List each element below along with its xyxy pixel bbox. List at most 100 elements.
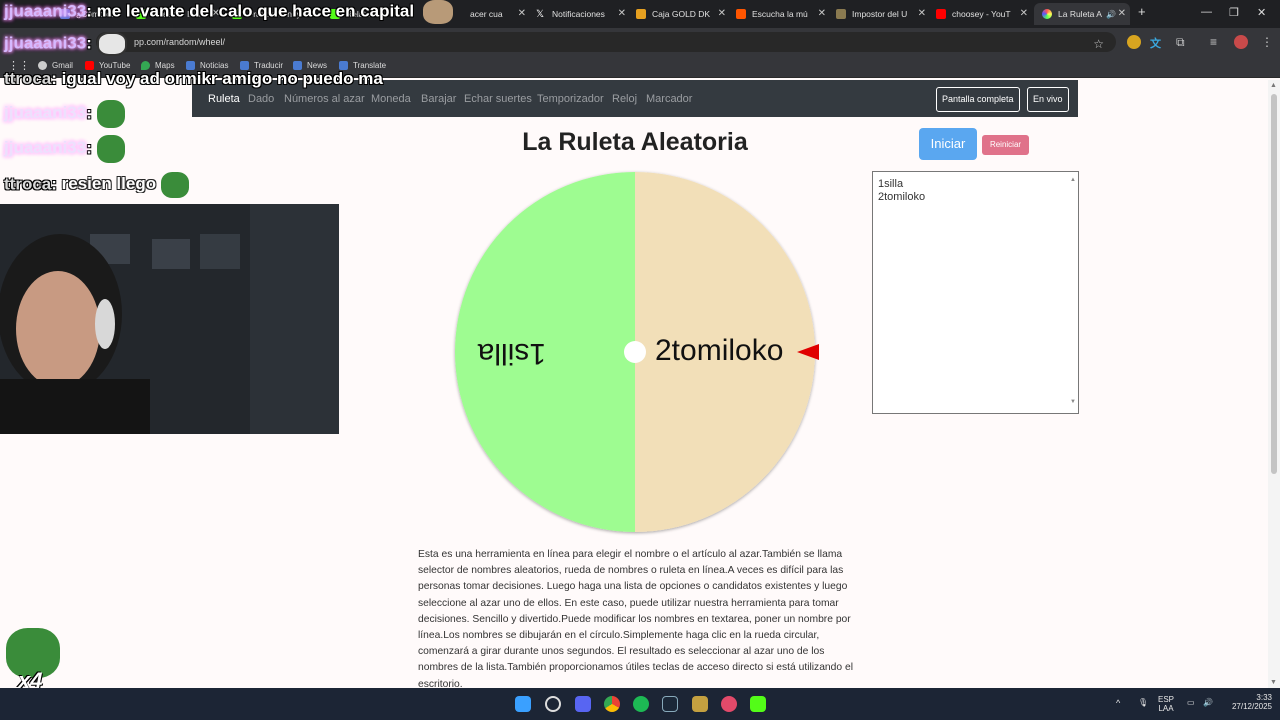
- extensions-puzzle-icon[interactable]: ⧉: [1176, 35, 1190, 49]
- scroll-up-icon[interactable]: ▲: [1270, 82, 1277, 89]
- reading-list-icon[interactable]: ≡: [1210, 35, 1224, 49]
- textarea-scroll-down-icon[interactable]: ▼: [1070, 396, 1076, 409]
- kick-icon[interactable]: [750, 696, 766, 712]
- tab-label: Notificaciones: [552, 9, 605, 19]
- tab-label: Escucha la mú: [752, 9, 808, 19]
- network-icon[interactable]: ▭: [1187, 698, 1195, 707]
- discord-icon[interactable]: [575, 696, 591, 712]
- bookmark-star-icon[interactable]: ☆: [1093, 34, 1104, 54]
- speaker-icon[interactable]: 🔊: [1106, 10, 1116, 19]
- restore-icon[interactable]: ❐: [1229, 6, 1239, 19]
- nav-barajar[interactable]: Barajar: [421, 93, 456, 105]
- chat-username: ttroca: [4, 174, 52, 194]
- spotify-icon[interactable]: [633, 696, 649, 712]
- close-tab-icon[interactable]: ✕: [618, 8, 626, 19]
- windows-start-icon[interactable]: [515, 696, 531, 712]
- lang-sub-label: LAA: [1158, 704, 1174, 713]
- browser-tab[interactable]: Impostor del U ✕: [836, 3, 926, 25]
- chat-separator: :: [51, 174, 62, 194]
- nav-dado[interactable]: Dado: [248, 93, 274, 105]
- textarea-scroll-up-icon[interactable]: ▲: [1070, 174, 1076, 187]
- chat-username: ttroca: [4, 69, 52, 88]
- game-icon[interactable]: [692, 696, 708, 712]
- pepe-emote-icon: [160, 172, 189, 198]
- menu-kebab-icon[interactable]: ⋮: [1261, 35, 1275, 49]
- name-line: 1silla: [878, 178, 904, 190]
- input-language[interactable]: ESP LAA: [1158, 695, 1174, 713]
- x-logo-icon: 𝕏: [536, 9, 545, 20]
- browser-tab-active[interactable]: La Ruleta A 🔊 ✕: [1034, 3, 1130, 25]
- live-button[interactable]: En vivo: [1027, 87, 1069, 112]
- chat-username: jjuaaani33: [4, 103, 87, 123]
- steam-icon[interactable]: [662, 696, 678, 712]
- page-favicon-icon: [836, 9, 846, 19]
- volume-icon[interactable]: 🔊: [1203, 698, 1213, 707]
- chrome-icon[interactable]: [604, 696, 620, 712]
- tab-label: La Ruleta A: [1058, 9, 1102, 19]
- close-window-icon[interactable]: ✕: [1257, 6, 1266, 19]
- nav-reloj[interactable]: Reloj: [612, 93, 637, 105]
- gift-icon: [636, 9, 646, 19]
- emote-combo: x4: [6, 628, 60, 693]
- nav-numeros[interactable]: Números al azar: [284, 93, 365, 105]
- new-tab-icon[interactable]: +: [1138, 4, 1146, 19]
- nav-temporizador[interactable]: Temporizador: [537, 93, 604, 105]
- reset-button[interactable]: Reiniciar: [982, 135, 1029, 155]
- browser-tab[interactable]: acer cua ✕: [470, 3, 526, 25]
- page-scrollbar[interactable]: ▲ ▼: [1268, 80, 1280, 688]
- browser-tab[interactable]: Escucha la mú ✕: [736, 3, 826, 25]
- description-text: Esta es una herramienta en línea para el…: [418, 549, 853, 688]
- wheel-center-hub: [624, 341, 646, 363]
- nav-moneda[interactable]: Moneda: [371, 93, 411, 105]
- chat-separator: :: [86, 138, 92, 158]
- minimize-icon[interactable]: —: [1201, 6, 1212, 18]
- app-icon[interactable]: [545, 696, 561, 712]
- cat-emote-icon: [422, 0, 453, 24]
- spin-wheel[interactable]: 1silla 2tomiloko: [450, 168, 822, 545]
- chat-username: jjuaaani33: [4, 1, 87, 21]
- chat-separator: :: [86, 33, 92, 53]
- start-button[interactable]: Iniciar: [919, 128, 977, 160]
- browser-tab[interactable]: 𝕏 Notificaciones ✕: [536, 3, 626, 25]
- profile-avatar[interactable]: [1234, 35, 1248, 49]
- chat-text: me levante del calo que hace en capital: [96, 1, 415, 21]
- tab-label: Impostor del U: [852, 9, 908, 19]
- browser-tab[interactable]: choosey - YouT ✕: [936, 3, 1028, 25]
- nav-ruleta[interactable]: Ruleta: [208, 93, 240, 105]
- chat-message: ttroca: igual voy ad ormikr amigo no pue…: [4, 69, 383, 89]
- extension-icon[interactable]: [1127, 35, 1141, 49]
- address-bar[interactable]: pp.com/random/wheel/ ☆: [96, 32, 1116, 52]
- nav-echar-suertes[interactable]: Echar suertes: [464, 93, 532, 105]
- tab-label: acer cua: [470, 9, 503, 19]
- scroll-down-icon[interactable]: ▼: [1270, 679, 1277, 686]
- translate-extension-icon[interactable]: 文: [1150, 35, 1164, 50]
- wheel-favicon-icon: [1042, 9, 1052, 19]
- chat-text: igual voy ad ormikr amigo no puedo ma: [61, 69, 383, 88]
- chat-separator: :: [86, 103, 92, 123]
- chat-message: jjuaaani33:: [4, 100, 125, 128]
- fullscreen-button[interactable]: Pantalla completa: [936, 87, 1020, 112]
- close-tab-icon[interactable]: ✕: [718, 8, 726, 19]
- close-tab-icon[interactable]: ✕: [1020, 8, 1028, 19]
- close-tab-icon[interactable]: ✕: [918, 8, 926, 19]
- webcam-overlay: [0, 204, 339, 434]
- pepe-emote-icon: [96, 100, 125, 128]
- chat-separator: :: [51, 69, 62, 88]
- nav-marcador[interactable]: Marcador: [646, 93, 692, 105]
- clock[interactable]: 3:33 27/12/2025: [1222, 693, 1272, 711]
- youtube-icon: [936, 9, 946, 19]
- tray-chevron-icon[interactable]: ^: [1116, 698, 1120, 708]
- close-tab-icon[interactable]: ✕: [518, 8, 526, 19]
- chat-username: jjuaaani33: [4, 33, 87, 53]
- chat-separator: :: [86, 1, 97, 21]
- close-tab-icon[interactable]: ✕: [818, 8, 826, 19]
- app-icon[interactable]: [721, 696, 737, 712]
- names-textarea[interactable]: 1silla 2tomiloko ▲ ▼: [872, 171, 1079, 414]
- wheel-label-1: 1silla: [477, 337, 546, 370]
- close-tab-icon[interactable]: ✕: [1118, 8, 1126, 19]
- browser-tab[interactable]: Caja GOLD DK ✕: [636, 3, 726, 25]
- wheel-label-2: 2tomiloko: [655, 334, 783, 367]
- microphone-icon[interactable]: 🎙: [1138, 698, 1148, 707]
- lang-label: ESP: [1158, 695, 1175, 704]
- scrollbar-thumb[interactable]: [1271, 94, 1277, 474]
